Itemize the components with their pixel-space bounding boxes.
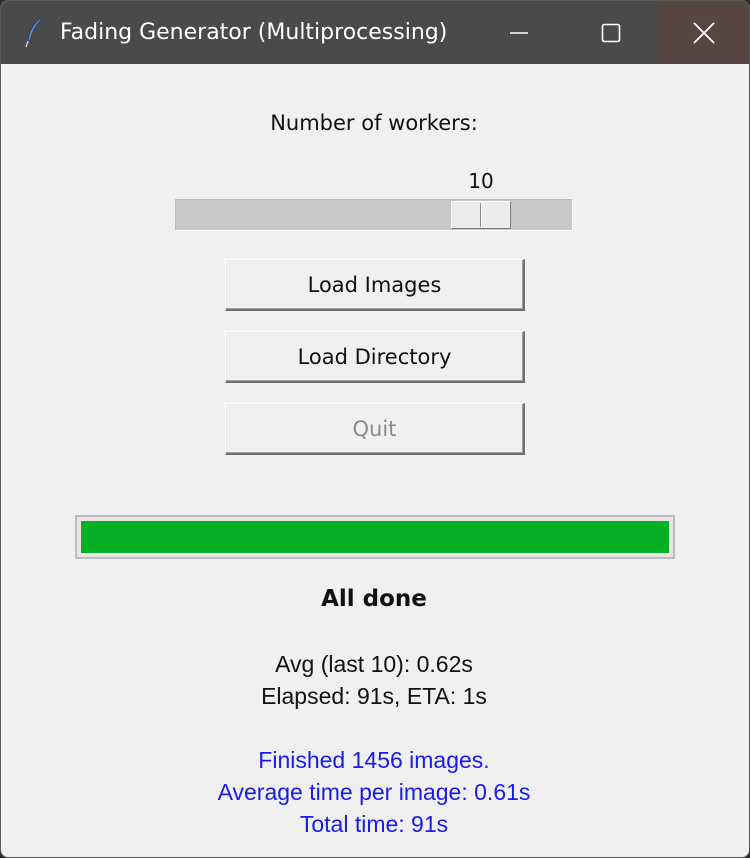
quit-button[interactable]: Quit [225, 403, 525, 455]
close-button[interactable] [657, 1, 749, 64]
workers-value: 10 [468, 169, 494, 193]
elapsed-eta-text: Elapsed: 91s, ETA: 1s [261, 683, 487, 709]
window-title: Fading Generator (Multiprocessing) [60, 20, 448, 45]
load-images-button[interactable]: Load Images [225, 259, 525, 311]
workers-slider-trough[interactable] [175, 199, 573, 231]
workers-slider-handle[interactable] [451, 201, 511, 229]
slider-grip [480, 203, 482, 227]
maximize-icon [601, 23, 621, 42]
feather-icon [23, 17, 45, 49]
close-icon [693, 21, 715, 44]
progress-bar [75, 515, 675, 559]
avg-time-text: Avg (last 10): 0.62s [275, 651, 473, 677]
progress-fill [81, 521, 669, 553]
summary-finished-text: Finished 1456 images. [258, 747, 490, 773]
workers-label: Number of workers: [270, 111, 478, 135]
status-text: All done [321, 586, 427, 612]
app-window: Fading Generator (Multiprocessing) Numbe… [0, 0, 750, 858]
title-bar[interactable]: Fading Generator (Multiprocessing) [1, 1, 749, 64]
summary-total-text: Total time: 91s [299, 811, 449, 837]
minimize-icon [510, 31, 528, 34]
load-directory-button[interactable]: Load Directory [225, 331, 525, 383]
summary-average-text: Average time per image: 0.61s [217, 779, 531, 805]
minimize-button[interactable] [473, 1, 565, 64]
maximize-button[interactable] [565, 1, 657, 64]
